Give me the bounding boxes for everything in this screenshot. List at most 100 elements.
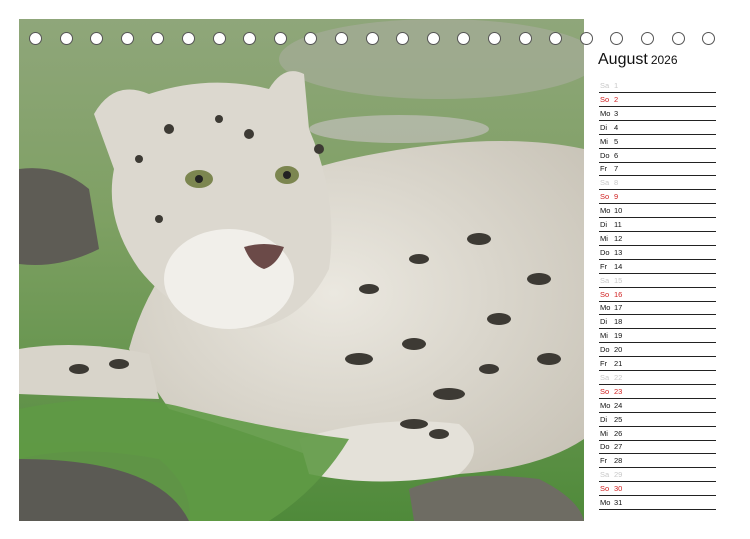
day-row: Mo 31 — [599, 495, 716, 510]
day-row: So 30 — [599, 481, 716, 497]
day-number: 17 — [614, 303, 623, 313]
binding-ring — [335, 32, 348, 45]
binding-ring — [426, 32, 440, 45]
day-row: Mi 5 — [599, 134, 716, 149]
day-number: 28 — [614, 456, 623, 466]
day-number: 27 — [614, 442, 623, 452]
weekday-label: Do — [600, 247, 610, 257]
binding-ring — [549, 32, 563, 45]
binding-ring — [457, 32, 471, 45]
day-row: Sa 8 — [599, 175, 716, 191]
day-row: Mi 12 — [599, 231, 716, 246]
day-number: 23 — [614, 386, 623, 396]
day-row: Di 11 — [599, 217, 716, 232]
day-number: 11 — [614, 220, 622, 229]
day-number: 5 — [614, 136, 619, 146]
binding-ring — [365, 32, 379, 45]
day-row: Do 20 — [599, 342, 716, 358]
binding-ring — [396, 32, 410, 45]
day-row: Do 6 — [599, 148, 716, 163]
binding-ring — [304, 32, 318, 45]
day-number: 10 — [614, 206, 623, 216]
day-number: 14 — [614, 261, 623, 271]
day-row: Sa 29 — [599, 467, 716, 483]
day-row: Do 27 — [599, 439, 716, 455]
day-number: 20 — [614, 345, 623, 355]
binding-ring — [488, 32, 501, 45]
weekday-label: Do — [600, 345, 610, 355]
binding-ring — [518, 32, 532, 45]
day-row: Di 4 — [599, 120, 716, 135]
day-row: Mo 3 — [599, 106, 716, 121]
calendar-panel: August 2026 Sa 1 So 2 Mo 3 Di 4 Mi 5 Do 6 Fr 7 Sa 8 So 9 Mo… — [584, 19, 731, 521]
day-number: 24 — [614, 400, 623, 410]
weekday-label: Mi — [600, 331, 608, 341]
day-row: Di 18 — [599, 314, 716, 330]
day-number: 7 — [614, 164, 619, 174]
day-row: So 16 — [599, 287, 716, 302]
day-number: 13 — [614, 247, 623, 257]
day-number: 2 — [614, 94, 619, 104]
day-row: Fr 21 — [599, 356, 716, 371]
weekday-label: So — [600, 289, 610, 299]
month-heading: August 2026 — [598, 51, 678, 69]
day-number: 22 — [614, 372, 623, 382]
binding-ring — [120, 32, 134, 45]
binding-ring — [151, 32, 165, 45]
day-number: 31 — [614, 498, 623, 507]
month-label: August — [598, 51, 648, 68]
weekday-label: Di — [600, 317, 608, 327]
weekday-label: Fr — [600, 359, 608, 368]
day-row: Mo 17 — [599, 300, 716, 316]
day-number: 6 — [614, 150, 619, 160]
weekday-label: Do — [600, 442, 610, 452]
weekday-label: Mo — [600, 498, 611, 507]
binding-ring — [29, 32, 42, 45]
weekday-label: Mi — [600, 428, 608, 438]
binding-ring — [90, 32, 104, 45]
day-number: 3 — [614, 108, 619, 118]
day-row: Fr 14 — [599, 259, 716, 274]
weekday-label: Di — [600, 220, 608, 229]
weekday-label: Mo — [600, 400, 611, 410]
day-number: 4 — [614, 122, 619, 132]
day-number: 19 — [614, 331, 623, 341]
weekday-label: So — [600, 484, 610, 494]
day-number: 12 — [614, 233, 623, 243]
day-row: Sa 15 — [599, 273, 716, 288]
weekday-label: Fr — [600, 456, 608, 466]
weekday-label: So — [600, 192, 610, 202]
day-number: 1 — [614, 81, 619, 90]
weekday-label: Fr — [600, 261, 608, 271]
day-row: So 2 — [599, 92, 716, 107]
day-number: 29 — [614, 470, 623, 480]
day-row: Mo 24 — [599, 398, 716, 413]
weekday-label: Fr — [600, 164, 608, 174]
binding-ring — [243, 32, 257, 45]
day-row: Mo 10 — [599, 203, 716, 219]
day-number: 26 — [614, 428, 623, 438]
weekday-label: Sa — [600, 470, 610, 480]
weekday-label: Sa — [600, 178, 610, 188]
snow-leopard-photo — [19, 19, 584, 521]
weekday-label: Mi — [600, 233, 608, 243]
day-number: 8 — [614, 178, 619, 188]
day-number: 30 — [614, 484, 623, 494]
day-number: 16 — [614, 289, 623, 299]
weekday-label: Sa — [600, 275, 610, 285]
weekday-label: Sa — [600, 372, 610, 382]
weekday-label: Di — [600, 414, 608, 424]
weekday-label: So — [600, 386, 610, 396]
day-row: Sa 1 — [599, 78, 716, 93]
day-number: 9 — [614, 192, 619, 202]
binding-ring — [273, 32, 287, 45]
day-row: So 9 — [599, 189, 716, 205]
weekday-label: So — [600, 94, 610, 104]
binding-ring — [212, 32, 226, 45]
day-number: 15 — [614, 275, 623, 285]
day-number: 25 — [614, 414, 623, 424]
weekday-label: Di — [600, 122, 608, 132]
weekday-label: Mo — [600, 108, 611, 118]
weekday-label: Mo — [600, 303, 611, 313]
day-row: Do 13 — [599, 245, 716, 260]
